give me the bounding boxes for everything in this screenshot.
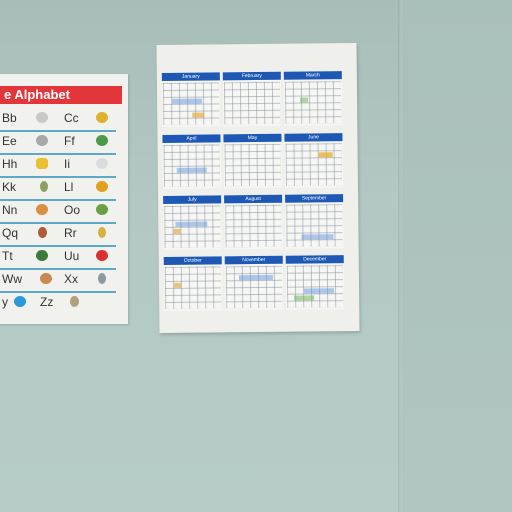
highlighted-days (300, 97, 309, 103)
rabbit-icon (98, 227, 106, 238)
hat-icon (36, 158, 48, 169)
month-header: March (283, 71, 342, 80)
alphabet-letter-left: Nn (2, 203, 18, 217)
alphabet-row: Bb Cc (0, 108, 116, 132)
highlighted-days (301, 234, 334, 240)
month-header: December (285, 255, 344, 264)
alphabet-letter-right: Xx (64, 272, 79, 286)
month-header: May (223, 133, 282, 143)
zebra-icon (70, 296, 79, 307)
alphabet-letter-left: Ww (2, 272, 22, 286)
kite-icon (40, 181, 48, 192)
worm-icon (40, 273, 52, 284)
alphabet-poster: e Alphabet Bb Cc Ee Ff Hh Ii Kk Ll Nn Oo… (0, 74, 128, 324)
alphabet-letter-right: Rr (64, 226, 77, 240)
classroom-wall-scene: e Alphabet Bb Cc Ee Ff Hh Ii Kk Ll Nn Oo… (0, 0, 512, 512)
highlighted-days (175, 221, 208, 227)
month-header: February (222, 71, 281, 81)
ball-icon (36, 112, 48, 123)
alphabet-row: y Zz (0, 292, 116, 314)
highlighted-days (238, 274, 273, 281)
alphabet-letter-right: Ll (64, 180, 74, 194)
alphabet-letter-right: Uu (64, 249, 80, 263)
month-calendar: March (283, 71, 343, 126)
month-calendar: September (285, 194, 344, 249)
alphabet-row: Qq Rr (0, 223, 116, 247)
month-header: August (224, 194, 283, 204)
month-grid (163, 144, 220, 187)
alphabet-row: Nn Oo (0, 200, 116, 224)
alphabet-letter-right: Cc (64, 111, 79, 125)
month-grid (225, 265, 283, 309)
nest-icon (36, 204, 48, 215)
highlighted-days (173, 282, 182, 288)
month-header: June (284, 133, 343, 142)
month-header: September (285, 194, 344, 203)
month-grid (223, 81, 281, 125)
alphabet-row: Ee Ff (0, 131, 116, 155)
month-calendar: January (161, 72, 221, 127)
highlighted-days (173, 228, 181, 234)
highlighted-days (294, 295, 315, 301)
highlighted-days (176, 167, 207, 173)
alphabet-row: Tt Uu (0, 246, 116, 270)
month-calendar: July (163, 195, 222, 250)
month-calendar: October (163, 256, 223, 311)
octopus-icon (96, 204, 108, 215)
highlighted-days (192, 112, 205, 118)
month-grid (286, 204, 343, 247)
alphabet-letter-right: Ff (64, 134, 75, 148)
alphabet-letter-right: Ii (64, 157, 70, 171)
month-calendar: May (223, 133, 282, 189)
month-calendar: December (285, 255, 345, 310)
month-calendar: April (162, 134, 222, 189)
alphabet-letter-left: Ee (2, 134, 17, 148)
alphabet-letter-left: Kk (2, 180, 17, 194)
month-header: April (162, 134, 221, 143)
highlighted-days (304, 288, 335, 294)
alphabet-letter-left: Hh (2, 157, 18, 171)
frog-icon (96, 135, 108, 146)
cat-icon (96, 112, 108, 123)
month-header: November (224, 255, 283, 265)
calendar-poster: January February March April May June Ju… (156, 42, 360, 334)
elephant-icon (36, 135, 48, 146)
month-calendar: August (224, 194, 283, 250)
month-grid (225, 204, 282, 248)
alphabet-letter-right: Zz (40, 295, 54, 309)
highlighted-days (318, 152, 333, 158)
month-calendar: June (284, 133, 343, 188)
queen-icon (38, 227, 47, 238)
month-grid (284, 81, 342, 124)
month-header: July (163, 195, 222, 204)
month-grid (286, 265, 344, 308)
alphabet-letter-left: Bb (2, 111, 17, 125)
alphabet-row: Ww Xx (0, 269, 116, 293)
month-calendar: February (222, 71, 282, 127)
alphabet-letter-right: Oo (64, 203, 81, 217)
month-grid (285, 143, 342, 186)
igloo-icon (96, 158, 108, 169)
month-header: January (161, 72, 220, 82)
turtle-icon (36, 250, 48, 261)
alphabet-row: Kk Ll (0, 177, 116, 201)
month-calendar: November (224, 255, 284, 311)
alphabet-letter-left: y (2, 295, 8, 309)
wall-corner (398, 0, 402, 512)
alphabet-poster-title: e Alphabet (0, 86, 122, 104)
side-wall (400, 0, 512, 512)
month-header: October (163, 256, 222, 265)
xylophone-icon (98, 273, 106, 284)
alphabet-letter-left: Qq (2, 226, 19, 240)
lion-icon (96, 181, 108, 192)
month-grid (224, 143, 281, 187)
highlighted-days (172, 98, 203, 104)
yarn-icon (14, 296, 26, 307)
alphabet-row: Hh Ii (0, 154, 116, 178)
umbrella-icon (96, 250, 108, 261)
alphabet-letter-left: Tt (2, 249, 13, 263)
